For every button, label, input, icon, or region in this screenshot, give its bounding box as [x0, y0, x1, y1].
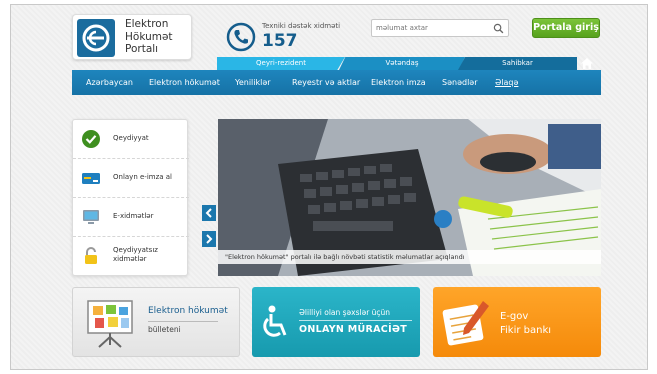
divider: [148, 321, 218, 322]
egov-logo-icon: [77, 19, 115, 57]
tile-egov-bulletin[interactable]: Elektron hökumət bülleteni: [72, 287, 240, 357]
tab-entrepreneur[interactable]: Sahibkar: [458, 57, 577, 70]
egov-title: E-gov: [500, 311, 529, 322]
support-number[interactable]: 157: [262, 31, 298, 51]
tab-non-resident[interactable]: Qeyri-rezident: [217, 57, 345, 70]
service-label: Qeydiyyat: [113, 134, 149, 142]
news-slider[interactable]: "Elektron hökumət" portalı ilə bağlı növ…: [218, 119, 601, 276]
site-logo[interactable]: Elektron Hökumət Portalı: [72, 14, 192, 60]
support-label: Texniki dəstək xidməti: [262, 22, 341, 30]
disability-subtitle: ONLAYN MÜRACİƏT: [299, 324, 408, 335]
bulletin-subtitle: bülleteni: [148, 325, 181, 334]
tab-citizen[interactable]: Vətəndaş: [339, 57, 465, 70]
card-icon: [82, 173, 100, 184]
service-label: Onlayn e-imza al: [113, 173, 173, 181]
nav-azerbaijan[interactable]: Azərbaycan: [86, 70, 133, 95]
disability-title: Əlilliyi olan şəxslər üçün: [299, 308, 391, 317]
chevron-left-icon: [205, 208, 212, 218]
nav-contact[interactable]: Əlaqə: [495, 70, 518, 95]
tile-egov-idea-bank[interactable]: E-gov Fikir bankı: [433, 287, 601, 357]
nav-egov[interactable]: Elektron hökumət: [149, 70, 220, 95]
service-label: Qeydiyyatsız xidmətlər: [113, 246, 158, 263]
portal-login-button[interactable]: Portala giriş: [532, 18, 600, 38]
search-input[interactable]: [376, 22, 486, 34]
nav-e-signature[interactable]: Elektron imza: [371, 70, 426, 95]
checkmark-icon: [82, 130, 100, 148]
logo-line: Hökumət: [125, 30, 173, 43]
slider-caption-bar: "Elektron hökumət" portalı ilə bağlı növ…: [218, 250, 601, 264]
slider-caption[interactable]: "Elektron hökumət" portalı ilə bağlı növ…: [225, 253, 465, 261]
presentation-board-icon: [87, 300, 133, 348]
bulletin-title: Elektron hökumət: [148, 306, 228, 316]
phone-icon: [226, 22, 256, 52]
nav-registry[interactable]: Reyestr və aktlar: [292, 70, 360, 95]
monitor-icon: [83, 210, 99, 224]
main-nav: Azərbaycan Elektron hökumət Yeniliklər R…: [72, 70, 601, 95]
home-icon[interactable]: [580, 57, 594, 70]
unlock-icon: [85, 247, 97, 264]
notepad-icon: [442, 301, 489, 346]
nav-documents[interactable]: Sənədlər: [442, 70, 478, 95]
logo-text: Elektron Hökumət Portalı: [125, 18, 173, 56]
chevron-right-icon: [206, 234, 213, 244]
service-online-esign[interactable]: Onlayn e-imza al: [73, 159, 189, 198]
tile-disability-appeal[interactable]: Əlilliyi olan şəxslər üçün ONLAYN MÜRACİ…: [252, 287, 420, 357]
search-box: [371, 19, 509, 37]
search-icon[interactable]: [493, 23, 504, 34]
service-label: E-xidmətlər: [113, 212, 154, 220]
logo-line: Elektron: [125, 18, 169, 30]
logo-line: Portalı: [125, 43, 159, 55]
service-registration[interactable]: Qeydiyyat: [73, 120, 189, 159]
audience-tabs: Qeyri-rezident Vətəndaş Sahibkar: [217, 57, 600, 70]
service-unregistered[interactable]: Qeydiyyatsız xidmətlər: [73, 237, 189, 276]
egov-subtitle: Fikir bankı: [500, 325, 552, 336]
quick-services-panel: Qeydiyyat Onlayn e-imza al E-xidmətlər Q…: [72, 119, 189, 276]
service-e-services[interactable]: E-xidmətlər: [73, 198, 189, 237]
wheelchair-icon: [263, 305, 287, 337]
slider-next-button[interactable]: [202, 231, 216, 247]
divider: [299, 320, 412, 321]
nav-news[interactable]: Yeniliklər: [235, 70, 271, 95]
slider-prev-button[interactable]: [202, 205, 216, 221]
